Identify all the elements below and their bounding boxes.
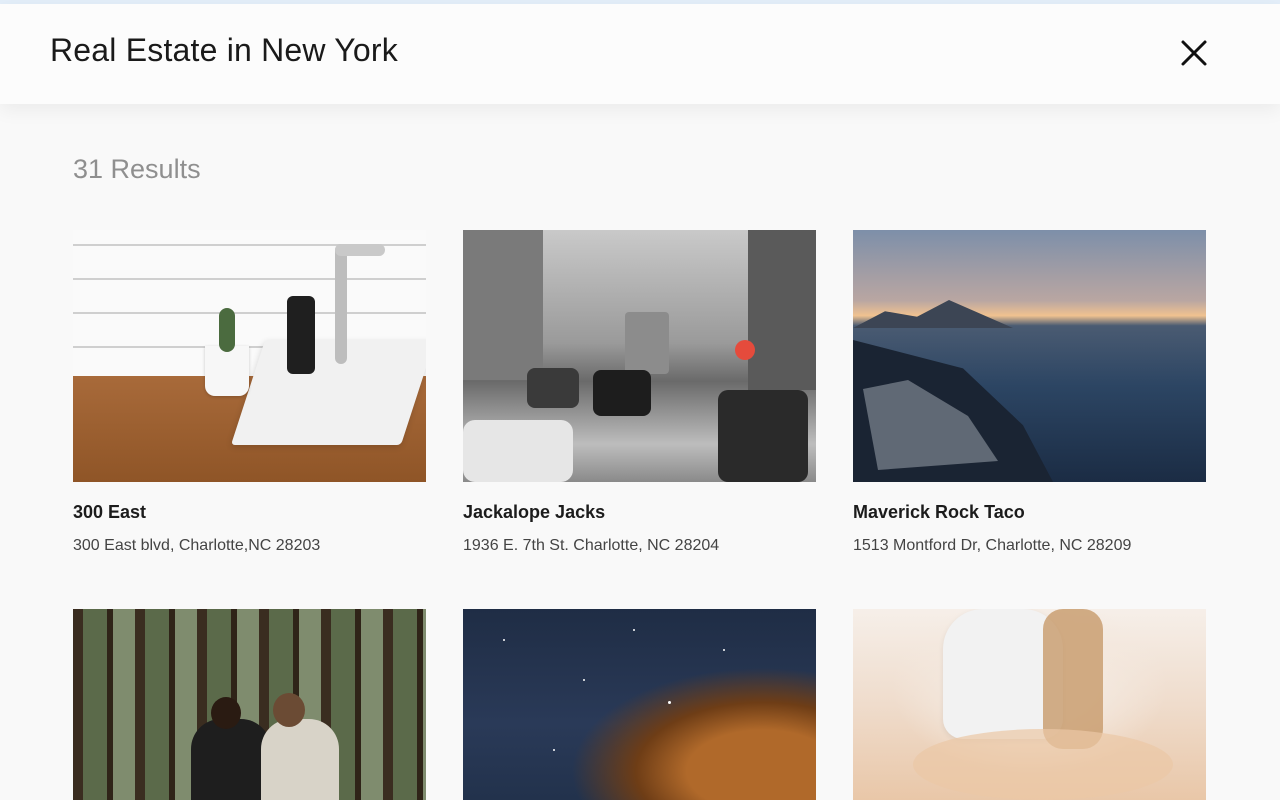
listing-name: Maverick Rock Taco [853, 502, 1025, 522]
beach-woman-photo [853, 609, 1206, 800]
listing-name: 300 East [73, 502, 147, 522]
close-icon [1181, 40, 1207, 66]
listing-address: 1513 Montford Dr, Charlotte, NC 28209 [853, 537, 1132, 554]
results-count: 31 Results [73, 154, 201, 184]
rocky-coast-photo [853, 230, 1206, 482]
listing-card[interactable]: Maverick Rock Taco 1513 Montford Dr, Cha… [853, 230, 1206, 555]
listing-address: 1936 E. 7th St. Charlotte, NC 28204 [463, 537, 720, 554]
listing-card[interactable] [463, 609, 816, 800]
kitchen-sink-photo [73, 230, 426, 482]
close-button[interactable] [1176, 35, 1212, 71]
listing-card[interactable] [853, 609, 1206, 800]
city-street-photo [463, 230, 816, 482]
header-bar: Real Estate in New York [0, 4, 1280, 104]
night-sky-photo [463, 609, 816, 800]
listing-name: Jackalope Jacks [463, 502, 606, 522]
listing-address: 300 East blvd, Charlotte,NC 28203 [73, 537, 321, 554]
forest-couple-photo [73, 609, 426, 800]
listing-card[interactable]: Jackalope Jacks 1936 E. 7th St. Charlott… [463, 230, 816, 555]
page-title: Real Estate in New York [50, 32, 398, 68]
listing-card[interactable]: 300 East 300 East blvd, Charlotte,NC 282… [73, 230, 426, 555]
listing-card[interactable] [73, 609, 426, 800]
